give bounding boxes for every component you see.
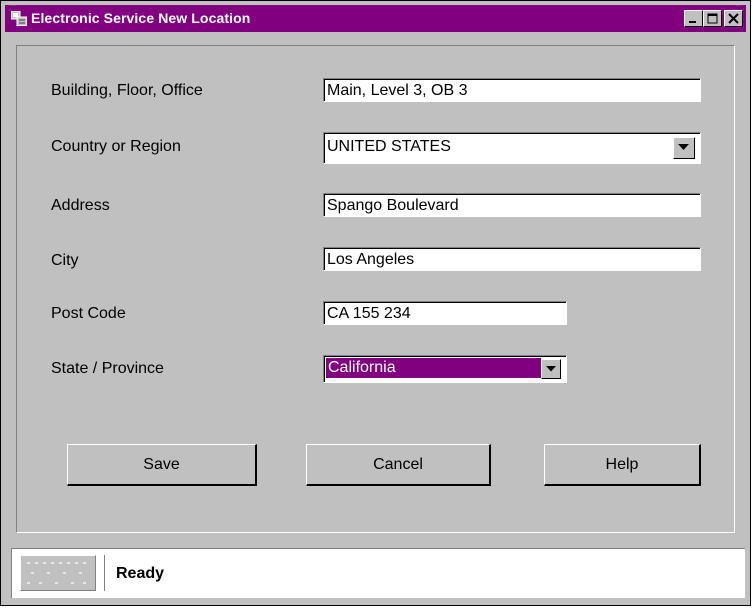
country-dropdown-button[interactable] bbox=[673, 137, 695, 159]
address-label: Address bbox=[51, 197, 110, 214]
app-window-icon bbox=[10, 10, 28, 27]
close-button[interactable] bbox=[724, 10, 743, 27]
country-select[interactable]: UNITED STATES bbox=[323, 132, 701, 164]
state-dropdown-button[interactable] bbox=[541, 359, 561, 379]
minimize-button[interactable] bbox=[684, 10, 703, 27]
country-label: Country or Region bbox=[51, 138, 181, 155]
status-indicator-icon bbox=[20, 555, 96, 591]
app-window: Electronic Service New Location Building… bbox=[0, 0, 751, 606]
building-label: Building, Floor, Office bbox=[51, 82, 203, 99]
window-title: Electronic Service New Location bbox=[31, 10, 251, 26]
save-button[interactable]: Save bbox=[67, 444, 257, 486]
state-select[interactable]: California bbox=[323, 355, 567, 383]
title-bar[interactable]: Electronic Service New Location bbox=[5, 5, 746, 32]
postcode-input[interactable]: CA 155 234 bbox=[323, 301, 567, 325]
country-select-value: UNITED STATES bbox=[327, 138, 451, 155]
state-label: State / Province bbox=[51, 360, 164, 377]
city-label: City bbox=[51, 252, 79, 269]
state-select-value: California bbox=[326, 358, 541, 378]
building-input[interactable]: Main, Level 3, OB 3 bbox=[323, 78, 701, 102]
postcode-label: Post Code bbox=[51, 305, 126, 322]
cancel-button[interactable]: Cancel bbox=[306, 444, 491, 486]
city-input[interactable]: Los Angeles bbox=[323, 247, 701, 271]
chevron-down-icon bbox=[678, 144, 689, 150]
address-input[interactable]: Spango Boulevard bbox=[323, 193, 701, 217]
maximize-icon bbox=[707, 13, 718, 24]
minimize-icon bbox=[689, 21, 696, 23]
chevron-down-icon bbox=[546, 366, 556, 372]
help-button[interactable]: Help bbox=[544, 444, 701, 486]
maximize-button[interactable] bbox=[703, 10, 722, 27]
close-icon bbox=[728, 13, 739, 24]
status-text: Ready bbox=[116, 565, 165, 582]
status-separator bbox=[104, 555, 105, 591]
status-bar: Ready bbox=[11, 548, 745, 598]
